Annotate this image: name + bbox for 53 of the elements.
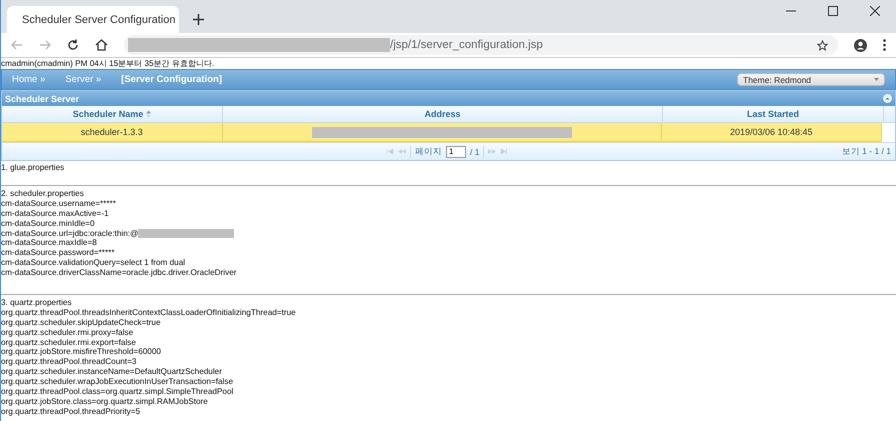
property-line: org.quartz.jobStore.misfireThreshold=60000 (1, 347, 161, 358)
property-line: org.quartz.threadPool.threadCount=3 (1, 357, 136, 368)
property-line: org.quartz.jobStore.class=org.quartz.simpl.RAMJobStore (1, 396, 208, 407)
tab-title: Scheduler Server Configuration (22, 14, 176, 26)
panel-title: Scheduler Server (5, 94, 80, 104)
column-header[interactable]: Scheduler Name (2, 106, 223, 122)
property-line: cm-dataSource.maxActive=-1 (1, 208, 109, 219)
page-input[interactable]: 1 (446, 146, 466, 158)
home-icon[interactable] (95, 39, 108, 51)
property-line: org.quartz.threadPool.threadsInheritContextClassLoaderOfInitializingThread=true (1, 308, 296, 318)
address-bar[interactable]: /jsp/1/server_configuration.jsp (124, 35, 838, 55)
property-line: cm-dataSource.username=***** (1, 198, 116, 209)
page-total: / 1 (470, 146, 480, 156)
property-line: cm-dataSource.minIdle=0 (1, 218, 95, 229)
reload-icon[interactable] (67, 39, 79, 51)
property-line: org.quartz.threadPool.class=org.quartz.simpl.SimpleThreadPool (1, 387, 234, 397)
column-header[interactable]: Address (223, 106, 663, 122)
property-line: cm-dataSource.driverClassName=oracle.jdbc.driver.OracleDriver (1, 268, 236, 278)
breadcrumb-link[interactable]: Home » (12, 74, 46, 85)
property-line: cm-dataSource.url=jdbc:oracle:thin:@ (1, 228, 138, 238)
collapse-icon[interactable] (883, 94, 892, 103)
browser-tab[interactable]: Scheduler Server Configuration (7, 6, 179, 33)
record-count: 보기 1 - 1 / 1 (842, 146, 891, 158)
property-line: org.quartz.threadPool.threadPriority=5 (1, 406, 140, 417)
new-tab-icon[interactable] (193, 14, 204, 25)
property-line: cm-dataSource.password=***** (1, 248, 115, 258)
caret-icon (874, 78, 879, 81)
breadcrumb-current[interactable]: [Server Configuration] (121, 74, 222, 85)
property-line: org.quartz.scheduler.wrapJobExecutionInUserTransaction=false (1, 377, 234, 388)
star-icon[interactable] (817, 40, 828, 50)
table-cell: scheduler-1.3.3 (80, 127, 143, 137)
close-icon[interactable] (870, 6, 880, 16)
account-icon[interactable] (854, 38, 867, 52)
property-line: cm-dataSource.validationQuery=select 1 from dual (1, 258, 186, 268)
more-icon[interactable] (883, 39, 886, 51)
property-line: org.quartz.scheduler.rmi.export=false (1, 338, 136, 348)
page-label: 페이지 (415, 146, 442, 158)
theme-dropdown[interactable]: Theme: Redmond (737, 73, 885, 86)
column-header[interactable]: Last Started (663, 106, 884, 122)
maximize-icon[interactable] (828, 6, 838, 16)
property-line: org.quartz.scheduler.instanceName=DefaultQuartzScheduler (1, 367, 222, 378)
property-line: org.quartz.scheduler.rmi.proxy=false (1, 328, 134, 338)
breadcrumb-link[interactable]: Server » (65, 74, 102, 85)
section-title: 3. quartz.properties (1, 298, 73, 308)
url-text: /jsp/1/server_configuration.jsp (390, 39, 543, 51)
table-row[interactable]: scheduler-1.3.3 2019/03/06 10:48:45 (2, 123, 882, 142)
sort-icon (146, 110, 152, 118)
property-line: cm-dataSource.maxIdle=8 (1, 238, 97, 248)
table-cell: 2019/03/06 10:48:45 (730, 127, 813, 137)
session-notice: cmadmin(cmadmin) PM 04시 15분부터 35분간 유효합니다. (1, 58, 216, 69)
property-line: org.quartz.scheduler.skipUpdateCheck=true (1, 318, 161, 328)
section-title: 2. scheduler.properties (1, 189, 85, 199)
section-title: 1. glue.properties (1, 163, 66, 173)
